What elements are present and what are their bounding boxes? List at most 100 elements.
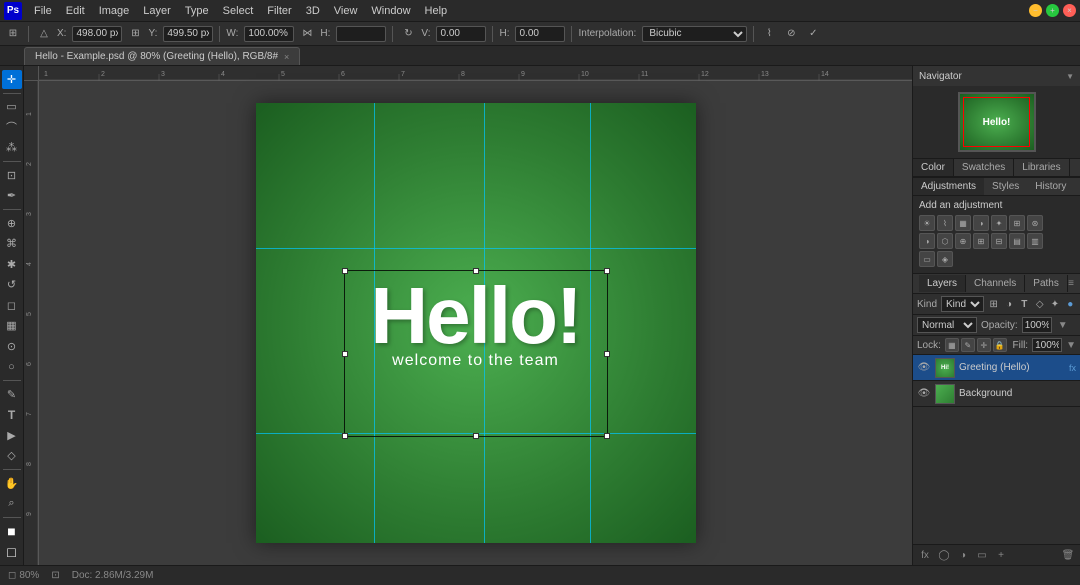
blur-tool[interactable]: ⊙ — [2, 337, 22, 356]
adj-brightness-icon[interactable]: ☀ — [919, 215, 935, 231]
menu-window[interactable]: Window — [365, 3, 416, 19]
brush-tool[interactable]: ⌘ — [2, 234, 22, 253]
layers-panel-menu-icon[interactable]: ≡ — [1068, 278, 1074, 289]
adj-bw-icon[interactable]: ◑ — [919, 233, 935, 249]
opacity-arrow-icon[interactable]: ▼ — [1058, 320, 1068, 331]
zoom-slider[interactable]: ⊡ — [51, 570, 59, 581]
background-color[interactable]: □ — [2, 542, 22, 561]
handle-middle-left[interactable] — [342, 351, 348, 357]
layers-filter-icon[interactable]: ⊞ — [988, 296, 999, 312]
apply-transform-icon[interactable]: ✓ — [804, 25, 822, 43]
magic-wand-tool[interactable]: ⁂ — [2, 138, 22, 157]
adj-hsl-icon[interactable]: ⊞ — [1009, 215, 1025, 231]
adj-color-balance-icon[interactable]: ⊛ — [1027, 215, 1043, 231]
zoom-tool[interactable]: ⌕ — [2, 494, 22, 513]
maximize-button[interactable]: + — [1046, 4, 1059, 17]
marquee-tool[interactable]: ▭ — [2, 97, 22, 116]
x-input[interactable] — [72, 26, 122, 42]
type-tool[interactable]: T — [2, 405, 22, 424]
gradient-tool[interactable]: ▦ — [2, 316, 22, 335]
add-layer-style-icon[interactable]: fx — [917, 547, 933, 563]
shape-tool[interactable]: ◇ — [2, 446, 22, 465]
close-button[interactable]: × — [1063, 4, 1076, 17]
lock-paint-icon[interactable]: ✎ — [961, 338, 975, 352]
design-canvas[interactable]: Hello! welcome to the team — [256, 103, 696, 543]
delete-layer-icon[interactable]: 🗑 — [1060, 547, 1076, 563]
warp-icon[interactable]: ⌇ — [760, 25, 778, 43]
constrain-icon[interactable]: ⋈ — [298, 25, 316, 43]
lock-all-icon[interactable]: 🔒 — [993, 338, 1007, 352]
menu-type[interactable]: Type — [179, 3, 215, 19]
layers-smart-icon[interactable]: ✦ — [1049, 296, 1060, 312]
adj-invert-icon[interactable]: ⊟ — [991, 233, 1007, 249]
tab-adjustments[interactable]: Adjustments — [913, 178, 984, 195]
tab-libraries[interactable]: Libraries — [1014, 159, 1069, 176]
menu-filter[interactable]: Filter — [261, 3, 297, 19]
layers-adjustment-icon[interactable]: ◑ — [1003, 296, 1014, 312]
adj-curves-icon[interactable]: ⌇ — [937, 215, 953, 231]
tab-paths[interactable]: Paths — [1025, 275, 1068, 292]
blend-mode-select[interactable]: Normal Multiply Screen — [917, 317, 977, 333]
adj-threshold-icon[interactable]: ▥ — [1027, 233, 1043, 249]
adj-gradient-map-icon[interactable]: ▭ — [919, 251, 935, 267]
create-layer-icon[interactable]: + — [993, 547, 1009, 563]
add-mask-icon[interactable]: ◯ — [936, 547, 952, 563]
layers-type-icon[interactable]: T — [1019, 296, 1030, 312]
cancel-transform-icon[interactable]: ⊘ — [782, 25, 800, 43]
layers-filter-toggle[interactable]: ● — [1065, 296, 1076, 312]
move-tool[interactable]: ✛ — [2, 70, 22, 89]
opacity-input[interactable] — [1022, 317, 1052, 333]
adj-exposure-icon[interactable]: ◑ — [973, 215, 989, 231]
kind-select[interactable]: Kind — [941, 296, 984, 312]
layer-item-background[interactable]: 👁 Background — [913, 381, 1080, 407]
menu-help[interactable]: Help — [419, 3, 454, 19]
menu-select[interactable]: Select — [217, 3, 260, 19]
navigator-header[interactable]: Navigator ▼ — [913, 66, 1080, 86]
navigator-collapse-icon[interactable]: ▼ — [1066, 72, 1074, 81]
adj-photo-filter-icon[interactable]: ⬡ — [937, 233, 953, 249]
eyedropper-tool[interactable]: ✒ — [2, 186, 22, 205]
layer-visibility-background[interactable]: 👁 — [917, 387, 931, 401]
layer-visibility-greeting[interactable]: 👁 — [917, 361, 931, 375]
eraser-tool[interactable]: ◻ — [2, 296, 22, 315]
fill-arrow-icon[interactable]: ▼ — [1066, 340, 1076, 351]
link-icon[interactable]: ⊞ — [126, 25, 144, 43]
adj-channel-mixer-icon[interactable]: ⊕ — [955, 233, 971, 249]
document-tab[interactable]: Hello - Example.psd @ 80% (Greeting (Hel… — [24, 47, 300, 65]
menu-file[interactable]: File — [28, 3, 58, 19]
h-skew-input[interactable] — [515, 26, 565, 42]
handle-middle-right[interactable] — [604, 351, 610, 357]
handle-top-left[interactable] — [342, 268, 348, 274]
y-input[interactable] — [163, 26, 213, 42]
tab-layers[interactable]: Layers — [919, 275, 966, 292]
interpolation-select[interactable]: Bicubic Bilinear Nearest Neighbor — [642, 26, 747, 42]
tab-color[interactable]: Color — [913, 159, 954, 176]
hand-tool[interactable]: ✋ — [2, 474, 22, 493]
menu-image[interactable]: Image — [93, 3, 136, 19]
menu-view[interactable]: View — [328, 3, 364, 19]
adj-color-lookup-icon[interactable]: ⊞ — [973, 233, 989, 249]
history-brush-tool[interactable]: ↺ — [2, 275, 22, 294]
layers-shape-icon[interactable]: ◇ — [1034, 296, 1045, 312]
tab-styles[interactable]: Styles — [984, 178, 1027, 195]
dodge-tool[interactable]: ○ — [2, 357, 22, 376]
lock-move-icon[interactable]: ✛ — [977, 338, 991, 352]
handle-bottom-right[interactable] — [604, 433, 610, 439]
menu-3d[interactable]: 3D — [300, 3, 326, 19]
handle-bottom-middle[interactable] — [473, 433, 479, 439]
layer-fx-icon-greeting[interactable]: fx — [1069, 363, 1076, 373]
menu-edit[interactable]: Edit — [60, 3, 91, 19]
adj-selective-color-icon[interactable]: ◈ — [937, 251, 953, 267]
create-group-icon[interactable]: ▭ — [974, 547, 990, 563]
crop-tool[interactable]: ⊡ — [2, 166, 22, 185]
lock-transparent-icon[interactable]: ▦ — [945, 338, 959, 352]
handle-bottom-left[interactable] — [342, 433, 348, 439]
fill-input[interactable] — [1032, 338, 1062, 352]
healing-tool[interactable]: ⊕ — [2, 214, 22, 233]
foreground-color[interactable]: ■ — [2, 522, 22, 541]
tab-history[interactable]: History — [1027, 178, 1074, 195]
h-input[interactable] — [336, 26, 386, 42]
adj-levels-icon[interactable]: ▦ — [955, 215, 971, 231]
handle-top-right[interactable] — [604, 268, 610, 274]
lasso-tool[interactable]: ⌒ — [2, 118, 22, 137]
